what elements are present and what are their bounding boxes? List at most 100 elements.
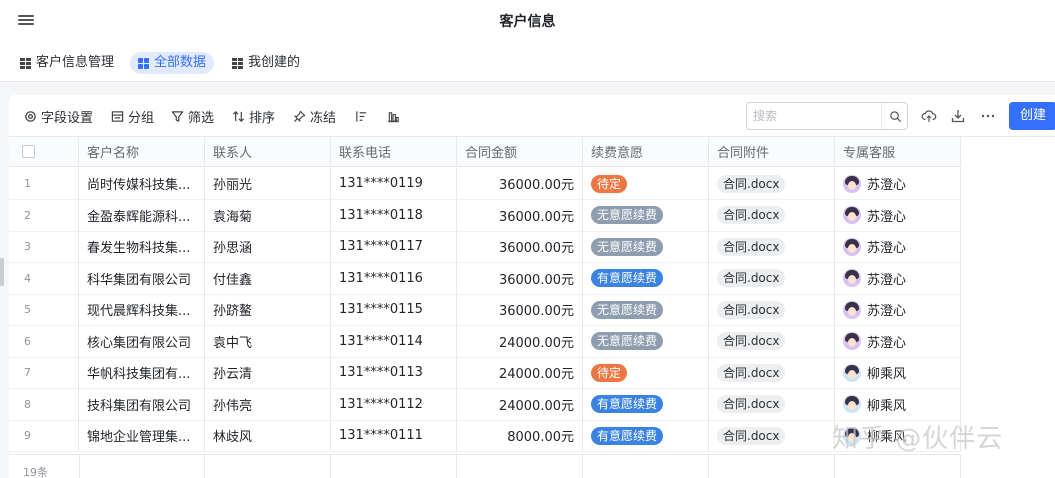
- file-chip[interactable]: 合同.docx: [717, 395, 786, 413]
- cell-contact[interactable]: 孙伟亮: [205, 388, 331, 420]
- freeze-button[interactable]: 冻结: [293, 107, 336, 126]
- cell-agent[interactable]: 苏澄心: [835, 294, 961, 325]
- file-chip[interactable]: 合同.docx: [717, 269, 786, 287]
- filter-button[interactable]: 筛选: [171, 107, 214, 126]
- cell-attachment[interactable]: 合同.docx: [709, 357, 835, 388]
- file-chip[interactable]: 合同.docx: [717, 363, 786, 382]
- table-row[interactable]: 4 科华集团有限公司 付佳鑫 131****0116 36000.00元 有意愿续费 合同.…: [9, 262, 961, 295]
- table-row[interactable]: 5 现代晨辉科技集... 孙跻鳌 131****0115 36000.00元 无意愿续费 合…: [9, 294, 961, 326]
- cell-customer-name[interactable]: 锦地企业管理集...: [79, 420, 205, 451]
- cell-customer-name[interactable]: 科华集团有限公司: [79, 262, 205, 294]
- cell-amount[interactable]: 36000.00元: [457, 262, 583, 294]
- cell-phone[interactable]: 131****0115: [331, 294, 457, 325]
- cell-contact[interactable]: 孙思涵: [205, 231, 331, 262]
- cell-attachment[interactable]: 合同.docx: [709, 294, 835, 325]
- file-chip[interactable]: 合同.docx: [717, 206, 786, 224]
- cell-contact[interactable]: 袁中飞: [205, 325, 331, 357]
- cell-customer-name[interactable]: 春发生物科技集...: [79, 231, 205, 262]
- table-row[interactable]: 2 金盈泰辉能源科... 袁海菊 131****0118 36000.00元 无意愿续费 合…: [9, 199, 961, 232]
- tab-created-by-me[interactable]: 我创建的: [224, 52, 308, 74]
- cell-phone[interactable]: 131****0116: [331, 262, 457, 294]
- cell-attachment[interactable]: 合同.docx: [709, 388, 835, 420]
- cell-renewal-intent[interactable]: 无意愿续费: [583, 231, 709, 262]
- table-row[interactable]: 6 核心集团有限公司 袁中飞 131****0114 24000.00元 无意愿续费 合同.…: [9, 325, 961, 358]
- cell-agent[interactable]: 苏澄心: [835, 262, 961, 294]
- column-header-customer-name[interactable]: 客户名称: [79, 137, 205, 166]
- cell-contact[interactable]: 孙丽光: [205, 168, 331, 199]
- tab-customer-management[interactable]: 客户信息管理: [12, 52, 122, 74]
- cell-agent[interactable]: 柳乘风: [835, 357, 961, 388]
- file-chip[interactable]: 合同.docx: [717, 174, 786, 193]
- cell-attachment[interactable]: 合同.docx: [709, 420, 835, 451]
- column-header-amount[interactable]: 合同金额: [457, 137, 583, 166]
- cell-amount[interactable]: 36000.00元: [457, 168, 583, 199]
- cell-phone[interactable]: 131****0117: [331, 231, 457, 262]
- cell-contact[interactable]: 孙云清: [205, 357, 331, 388]
- tab-all-data[interactable]: 全部数据: [130, 52, 215, 74]
- cell-customer-name[interactable]: 尚时传媒科技集...: [79, 168, 205, 199]
- row-height-button[interactable]: [355, 107, 368, 125]
- cell-customer-name[interactable]: 华帆科技集团有...: [79, 357, 205, 388]
- resize-handle[interactable]: [0, 258, 4, 286]
- column-header-contact[interactable]: 联系人: [205, 137, 331, 166]
- column-header-agent[interactable]: 专属客服: [835, 137, 961, 166]
- cell-agent[interactable]: 苏澄心: [835, 168, 961, 199]
- cell-renewal-intent[interactable]: 无意愿续费: [583, 199, 709, 231]
- download-button[interactable]: [947, 105, 969, 127]
- cell-amount[interactable]: 8000.00元: [457, 420, 583, 451]
- cell-attachment[interactable]: 合同.docx: [709, 231, 835, 262]
- cell-renewal-intent[interactable]: 有意愿续费: [583, 420, 709, 451]
- cell-attachment[interactable]: 合同.docx: [709, 325, 835, 357]
- file-chip[interactable]: 合同.docx: [717, 300, 786, 319]
- cell-renewal-intent[interactable]: 无意愿续费: [583, 294, 709, 325]
- table-row[interactable]: 7 华帆科技集团有... 孙云清 131****0113 24000.00元 待定 合同.d…: [9, 357, 961, 389]
- cell-customer-name[interactable]: 核心集团有限公司: [79, 325, 205, 357]
- cell-agent[interactable]: 柳乘风: [835, 388, 961, 420]
- table-row[interactable]: 9 锦地企业管理集... 林歧风 131****0111 8000.00元 有意愿续费 合同…: [9, 420, 961, 452]
- cell-attachment[interactable]: 合同.docx: [709, 168, 835, 199]
- table-row[interactable]: 1 尚时传媒科技集... 孙丽光 131****0119 36000.00元 待定 合同.d…: [9, 168, 961, 200]
- cell-contact[interactable]: 林歧风: [205, 420, 331, 451]
- search-input[interactable]: [753, 107, 873, 125]
- group-button[interactable]: 分组: [111, 107, 154, 126]
- cell-amount[interactable]: 24000.00元: [457, 388, 583, 420]
- cell-agent[interactable]: 苏澄心: [835, 325, 961, 357]
- create-button[interactable]: 创建: [1009, 102, 1055, 130]
- cell-contact[interactable]: 孙跻鳌: [205, 294, 331, 325]
- select-all-checkbox[interactable]: [22, 145, 35, 158]
- cell-phone[interactable]: 131****0113: [331, 357, 457, 388]
- more-button[interactable]: [977, 105, 999, 127]
- upload-button[interactable]: [918, 105, 940, 127]
- cell-phone[interactable]: 131****0119: [331, 168, 457, 199]
- cell-phone[interactable]: 131****0111: [331, 420, 457, 451]
- cell-contact[interactable]: 付佳鑫: [205, 262, 331, 294]
- cell-contact[interactable]: 袁海菊: [205, 199, 331, 231]
- cell-phone[interactable]: 131****0112: [331, 388, 457, 420]
- cell-amount[interactable]: 36000.00元: [457, 231, 583, 262]
- cell-phone[interactable]: 131****0114: [331, 325, 457, 357]
- file-chip[interactable]: 合同.docx: [717, 332, 786, 350]
- cell-renewal-intent[interactable]: 待定: [583, 357, 709, 388]
- cell-agent[interactable]: 苏澄心: [835, 231, 961, 262]
- cell-amount[interactable]: 24000.00元: [457, 357, 583, 388]
- table-row[interactable]: 8 技科集团有限公司 孙伟亮 131****0112 24000.00元 有意愿续费 合同.…: [9, 388, 961, 421]
- chart-button[interactable]: [387, 107, 400, 125]
- cell-renewal-intent[interactable]: 有意愿续费: [583, 262, 709, 294]
- cell-agent[interactable]: 苏澄心: [835, 199, 961, 231]
- cell-attachment[interactable]: 合同.docx: [709, 199, 835, 231]
- cell-customer-name[interactable]: 技科集团有限公司: [79, 388, 205, 420]
- cell-amount[interactable]: 36000.00元: [457, 199, 583, 231]
- file-chip[interactable]: 合同.docx: [717, 237, 786, 256]
- cell-renewal-intent[interactable]: 无意愿续费: [583, 325, 709, 357]
- field-settings-button[interactable]: 字段设置: [24, 107, 93, 126]
- cell-renewal-intent[interactable]: 待定: [583, 168, 709, 199]
- cell-customer-name[interactable]: 现代晨辉科技集...: [79, 294, 205, 325]
- file-chip[interactable]: 合同.docx: [717, 426, 786, 445]
- cell-attachment[interactable]: 合同.docx: [709, 262, 835, 294]
- column-header-attachment[interactable]: 合同附件: [709, 137, 835, 166]
- sort-button[interactable]: 排序: [232, 107, 275, 126]
- cell-renewal-intent[interactable]: 有意愿续费: [583, 388, 709, 420]
- table-row[interactable]: 3 春发生物科技集... 孙思涵 131****0117 36000.00元 无意愿续费 合…: [9, 231, 961, 263]
- cell-customer-name[interactable]: 金盈泰辉能源科...: [79, 199, 205, 231]
- column-header-renewal-intent[interactable]: 续费意愿: [583, 137, 709, 166]
